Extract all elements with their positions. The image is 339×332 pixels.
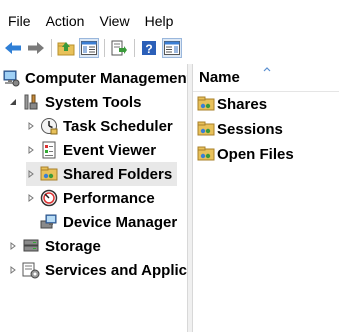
help-icon: ?: [142, 41, 156, 56]
forward-icon: [28, 42, 44, 54]
tree-item-label: Shared Folders: [63, 165, 173, 183]
tree-item-event-viewer[interactable]: Event Viewer: [26, 138, 156, 162]
clock-icon: [40, 117, 58, 135]
tree-item-storage[interactable]: Storage: [8, 234, 101, 258]
export-list-button[interactable]: [109, 38, 129, 58]
column-header-name[interactable]: Name: [193, 64, 339, 92]
toolbar-separator: [134, 39, 135, 57]
device-manager-icon: [40, 213, 58, 231]
tree-item-label: Event Viewer: [63, 141, 157, 159]
export-list-icon: [111, 40, 127, 56]
console-tree: Computer Management (Local) System Tools: [0, 64, 187, 332]
shared-folder-icon: [197, 95, 215, 113]
tools-icon: [22, 93, 40, 111]
list-item-open-files[interactable]: Open Files: [197, 142, 294, 166]
tree-item-label: Storage: [45, 237, 101, 255]
tree-item-label: Performance: [63, 189, 155, 207]
storage-icon: [22, 237, 40, 255]
expand-arrow-icon[interactable]: [8, 241, 18, 251]
expand-arrow-icon[interactable]: [26, 121, 36, 131]
tree-item-performance[interactable]: Performance: [26, 186, 155, 210]
expand-arrow-icon[interactable]: [26, 169, 36, 179]
list-item-label: Open Files: [217, 145, 294, 163]
shared-folder-icon: [197, 120, 215, 138]
forward-button[interactable]: [26, 38, 46, 58]
show-hide-tree-icon: [81, 41, 97, 55]
list-item-sessions[interactable]: Sessions: [197, 117, 283, 141]
help-button[interactable]: ?: [139, 38, 159, 58]
sort-ascending-icon: [263, 67, 271, 72]
list-item-label: Shares: [217, 95, 268, 113]
back-button[interactable]: [3, 38, 23, 58]
tree-item-label: System Tools: [45, 93, 142, 111]
list-item-label: Sessions: [217, 120, 283, 138]
shared-folder-icon: [197, 145, 215, 163]
menu-view[interactable]: View: [91, 8, 136, 34]
performance-gauge-icon: [40, 189, 58, 207]
show-hide-action-pane-icon: [164, 41, 180, 55]
tree-item-computer-management[interactable]: Computer Management (Local): [2, 66, 187, 90]
toolbar-separator: [104, 39, 105, 57]
tree-item-system-tools[interactable]: System Tools: [8, 90, 141, 114]
back-icon: [5, 42, 21, 54]
tree-item-device-manager[interactable]: Device Manager: [40, 210, 177, 234]
expand-arrow-icon[interactable]: [26, 145, 36, 155]
tree-item-label: Task Scheduler: [63, 117, 173, 135]
event-log-icon: [40, 141, 58, 159]
services-icon: [22, 261, 40, 279]
tree-item-label: Computer Management (Local): [25, 69, 187, 87]
computer-management-icon: [2, 69, 20, 87]
tree-item-label: Device Manager: [63, 213, 178, 231]
collapse-arrow-icon[interactable]: [8, 97, 18, 107]
toolbar-separator: [51, 39, 52, 57]
up-folder-icon: [57, 42, 75, 56]
list-item-shares[interactable]: Shares: [197, 92, 267, 116]
svg-text:?: ?: [145, 42, 152, 56]
show-hide-action-pane-button[interactable]: [162, 38, 182, 58]
menu-file[interactable]: File: [0, 8, 38, 34]
expand-arrow-icon[interactable]: [8, 265, 18, 275]
shared-folder-icon: [40, 165, 58, 183]
up-one-level-button[interactable]: [56, 38, 76, 58]
details-pane: Name Shares Sessions Open Files: [193, 64, 339, 332]
menu-help[interactable]: Help: [137, 8, 181, 34]
expand-arrow-icon[interactable]: [26, 193, 36, 203]
menu-action[interactable]: Action: [38, 8, 92, 34]
tree-item-label: Services and Applications: [45, 261, 187, 279]
column-header-label: Name: [199, 69, 240, 86]
tree-item-shared-folders[interactable]: Shared Folders: [26, 162, 177, 186]
tree-item-services-and-applications[interactable]: Services and Applications: [8, 258, 187, 282]
toolbar: ?: [0, 35, 339, 61]
tree-item-task-scheduler[interactable]: Task Scheduler: [26, 114, 173, 138]
menu-bar: File Action View Help: [0, 8, 339, 34]
show-hide-tree-button[interactable]: [79, 38, 99, 58]
